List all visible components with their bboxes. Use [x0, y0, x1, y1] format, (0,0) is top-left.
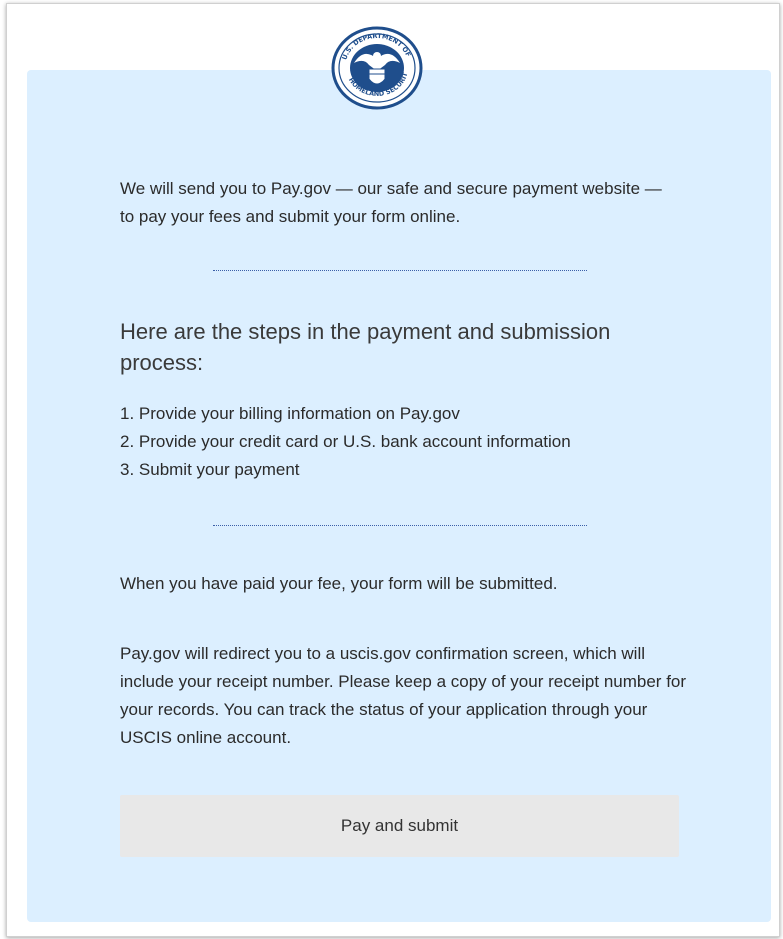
dhs-seal-icon: U.S. DEPARTMENT OF HOMELAND SECURITY	[327, 19, 424, 111]
redirect-info-text: Pay.gov will redirect you to a uscis.gov…	[120, 644, 687, 747]
divider	[213, 525, 587, 526]
step-item: 1. Provide your billing information on P…	[120, 404, 460, 423]
divider	[213, 270, 587, 271]
steps-list: 1. Provide your billing information on P…	[120, 400, 690, 484]
fee-paid-text: When you have paid your fee, your form w…	[120, 574, 558, 593]
step-item: 3. Submit your payment	[120, 460, 300, 479]
steps-heading: Here are the steps in the payment and su…	[120, 319, 611, 375]
intro-text: We will send you to Pay.gov — our safe a…	[120, 179, 662, 226]
step-item: 2. Provide your credit card or U.S. bank…	[120, 432, 571, 451]
pay-and-submit-button[interactable]: Pay and submit	[120, 795, 679, 857]
